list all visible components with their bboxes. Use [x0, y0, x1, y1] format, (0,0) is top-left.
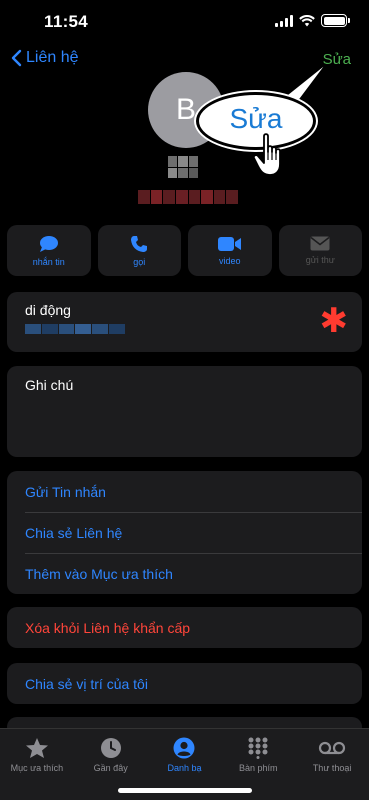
- hand-pointer-icon: [252, 133, 281, 176]
- contact-name-blurred: [168, 156, 198, 178]
- send-message-item[interactable]: Gửi Tin nhắn: [7, 471, 362, 512]
- call-label: gọi: [133, 256, 146, 267]
- video-label: video: [218, 255, 241, 266]
- tab-voicemail[interactable]: Thư thoại: [295, 729, 369, 800]
- back-label: Liên hệ: [26, 49, 79, 66]
- home-indicator[interactable]: [118, 788, 252, 793]
- notes-card[interactable]: Ghi chú: [7, 366, 362, 457]
- tab-keypad-label: Bàn phím: [239, 763, 278, 773]
- clock-icon: [100, 738, 121, 758]
- share-contact-item[interactable]: Chia sẻ Liên hệ: [7, 512, 362, 553]
- status-icons: [275, 14, 350, 27]
- mail-icon: [310, 236, 330, 251]
- video-icon: [217, 236, 241, 251]
- tab-voicemail-label: Thư thoại: [312, 763, 352, 773]
- remove-emergency-contact-item[interactable]: Xóa khỏi Liên hệ khẩn cấp: [7, 607, 362, 648]
- phone-icon: [131, 235, 148, 252]
- phone-type-label: di động: [25, 302, 71, 318]
- tab-recents-label: Gần đây: [93, 763, 128, 773]
- message-icon: [39, 235, 58, 252]
- battery-icon: [321, 14, 350, 27]
- tab-favorites[interactable]: Mục ưa thích: [0, 729, 74, 800]
- quick-actions: nhắn tin gọi video gửi thư: [7, 225, 362, 276]
- edit-button[interactable]: Sửa: [323, 51, 351, 68]
- wifi-icon: [299, 14, 315, 26]
- share-location-item[interactable]: Chia sẻ vị trí của tôi: [7, 663, 362, 704]
- phone-number-blurred: [25, 324, 125, 334]
- mail-label: gửi thư: [305, 255, 335, 265]
- message-button[interactable]: nhắn tin: [7, 225, 91, 276]
- emergency-asterisk-icon: ✱: [319, 302, 349, 340]
- back-button[interactable]: Liên hệ: [10, 49, 79, 67]
- mail-button[interactable]: gửi thư: [278, 225, 362, 276]
- phone-card[interactable]: di động ✱: [7, 292, 362, 352]
- voicemail-icon: [318, 741, 346, 755]
- contact-subtitle-blurred: [138, 190, 238, 204]
- status-bar: 11:54: [0, 0, 369, 44]
- chevron-left-icon: [11, 49, 22, 67]
- tab-contacts-label: Danh bạ: [167, 763, 202, 773]
- star-icon: [25, 738, 48, 758]
- add-favorites-item[interactable]: Thêm vào Mục ưa thích: [7, 553, 362, 594]
- contact-actions-list: Gửi Tin nhắn Chia sẻ Liên hệ Thêm vào Mụ…: [7, 471, 362, 594]
- video-button[interactable]: video: [188, 225, 272, 276]
- keypad-icon: [248, 737, 268, 759]
- status-time: 11:54: [44, 12, 89, 31]
- message-label: nhắn tin: [32, 256, 65, 267]
- notes-label: Ghi chú: [25, 377, 74, 393]
- tab-favorites-label: Mục ưa thích: [10, 763, 64, 773]
- signal-icon: [275, 14, 293, 27]
- callout-text: Sửa: [229, 103, 283, 134]
- call-button[interactable]: gọi: [97, 225, 181, 276]
- contacts-icon: [173, 737, 195, 759]
